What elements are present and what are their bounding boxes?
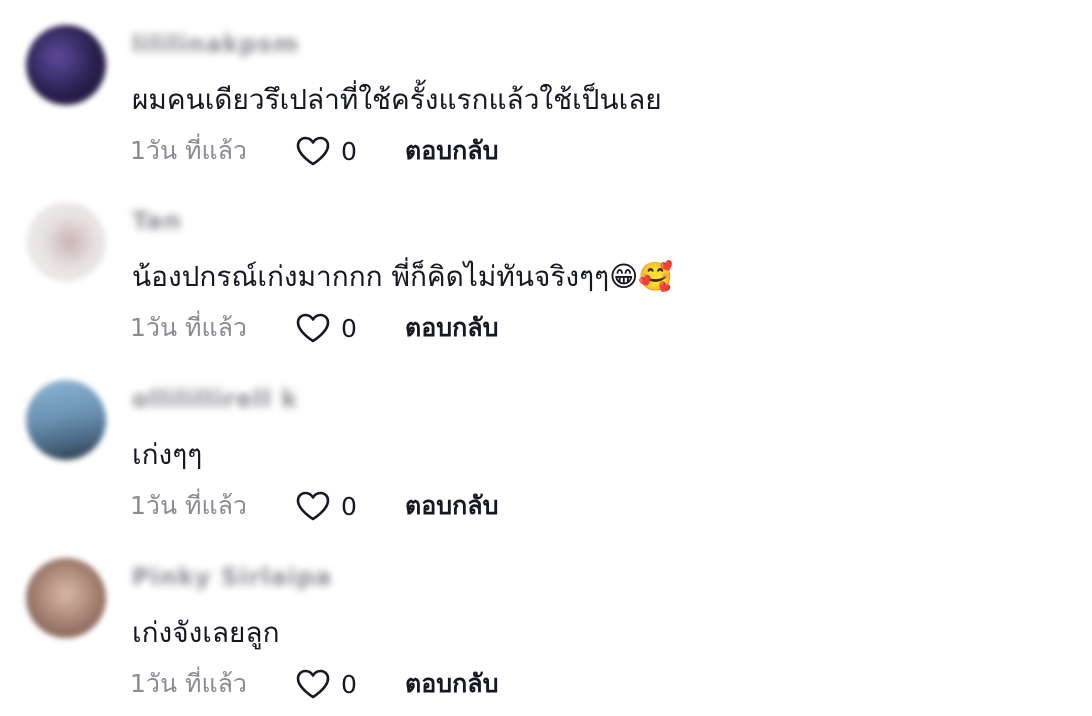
comment-username[interactable]: Pinky Sirlaipa xyxy=(132,563,332,591)
comment-username[interactable]: ollilillirell k xyxy=(132,385,298,413)
like-count: 0 xyxy=(341,669,357,699)
comment-text: ผมคนเดียวรึเปล่าที่ใช้ครั้งแรกแล้วใช้เป็… xyxy=(132,83,662,116)
avatar[interactable] xyxy=(26,558,106,638)
like-count: 0 xyxy=(341,491,357,521)
comment-meta: 1วัน ที่แล้ว 0 ตอบกลับ xyxy=(130,311,498,345)
heart-icon xyxy=(296,136,330,166)
heart-icon xyxy=(296,313,330,343)
comment-item: ollilillirell k เก่งๆๆ 1วัน ที่แล้ว 0 ตอ… xyxy=(0,355,1092,531)
comment-item: Pinky Sirlaipa เก่งจังเลยลูก 1วัน ที่แล้… xyxy=(0,533,1092,709)
like-count: 0 xyxy=(341,313,357,343)
avatar[interactable] xyxy=(26,25,106,105)
comment-time: 1วัน ที่แล้ว xyxy=(130,669,247,698)
comment-item: lililinakpsm ผมคนเดียวรึเปล่าที่ใช้ครั้ง… xyxy=(0,0,1092,176)
reply-button[interactable]: ตอบกลับ xyxy=(405,664,498,704)
comment-username[interactable]: lililinakpsm xyxy=(132,30,299,58)
avatar[interactable] xyxy=(26,202,106,282)
reply-button[interactable]: ตอบกลับ xyxy=(405,131,498,171)
avatar[interactable] xyxy=(26,380,106,460)
comment-time: 1วัน ที่แล้ว xyxy=(130,136,247,165)
heart-icon xyxy=(296,669,330,699)
like-button[interactable]: 0 xyxy=(295,668,405,700)
comment-meta: 1วัน ที่แล้ว 0 ตอบกลับ xyxy=(130,489,498,523)
reply-button[interactable]: ตอบกลับ xyxy=(405,486,498,526)
comment-text: เก่งๆๆ xyxy=(132,438,203,471)
like-count: 0 xyxy=(341,136,357,166)
comment-time: 1วัน ที่แล้ว xyxy=(130,313,247,342)
heart-icon xyxy=(296,491,330,521)
like-button[interactable]: 0 xyxy=(295,135,405,167)
like-button[interactable]: 0 xyxy=(295,490,405,522)
comment-text: เก่งจังเลยลูก xyxy=(132,616,280,649)
comment-time: 1วัน ที่แล้ว xyxy=(130,491,247,520)
comment-item: Tan น้องปกรณ์เก่งมากกก พี่ก็คิดไม่ทันจริ… xyxy=(0,177,1092,353)
comment-meta: 1วัน ที่แล้ว 0 ตอบกลับ xyxy=(130,667,498,701)
reply-button[interactable]: ตอบกลับ xyxy=(405,308,498,348)
comment-text: น้องปกรณ์เก่งมากกก พี่ก็คิดไม่ทันจริงๆๆ😁… xyxy=(132,260,674,293)
comment-meta: 1วัน ที่แล้ว 0 ตอบกลับ xyxy=(130,134,498,168)
comment-username[interactable]: Tan xyxy=(132,207,182,235)
like-button[interactable]: 0 xyxy=(295,312,405,344)
